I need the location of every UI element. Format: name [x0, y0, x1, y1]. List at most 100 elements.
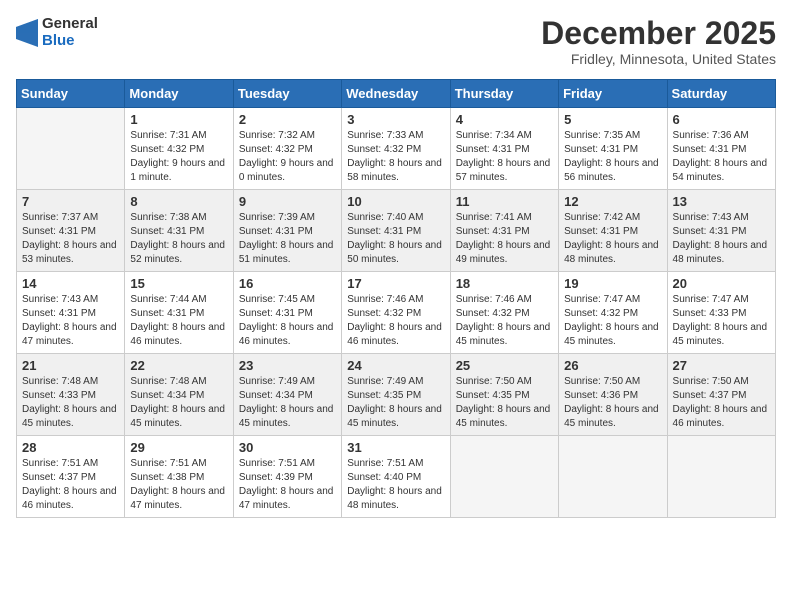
calendar-cell: 20Sunrise: 7:47 AMSunset: 4:33 PMDayligh… — [667, 272, 775, 354]
header-tuesday: Tuesday — [233, 80, 341, 108]
calendar-cell: 11 Sunrise: 7:41 AMSunset: 4:31 PMDayligh… — [450, 190, 558, 272]
calendar-cell: 23 Sunrise: 7:49 AMSunset: 4:34 PMDayligh… — [233, 354, 341, 436]
calendar-cell: 2Sunrise: 7:32 AMSunset: 4:32 PMDaylight… — [233, 108, 341, 190]
day-info: Sunrise: 7:50 AMSunset: 4:37 PMDaylight:… — [673, 375, 770, 431]
calendar-cell: 24 Sunrise: 7:49 AMSunset: 4:35 PMDayligh… — [342, 354, 450, 436]
day-info: Sunrise: 7:51 AMSunset: 4:39 PMDaylight:… — [239, 457, 336, 513]
day-number: 18 — [456, 276, 553, 291]
day-info: Sunrise: 7:51 AMSunset: 4:37 PMDaylight:… — [22, 457, 119, 513]
day-info: Sunrise: 7:41 AMSunset: 4:31 PMDaylight:… — [456, 211, 553, 267]
calendar-cell: 12 Sunrise: 7:42 AMSunset: 4:31 PMDayligh… — [559, 190, 667, 272]
day-info: Sunrise: 7:46 AMSunset: 4:32 PMDaylight:… — [456, 293, 553, 349]
calendar-cell: 13Sunrise: 7:43 AMSunset: 4:31 PMDayligh… — [667, 190, 775, 272]
day-info: Sunrise: 7:40 AMSunset: 4:31 PMDaylight:… — [347, 211, 444, 267]
day-number: 12 — [564, 194, 661, 209]
day-info: Sunrise: 7:46 AMSunset: 4:32 PMDaylight:… — [347, 293, 444, 349]
day-info: Sunrise: 7:35 AMSunset: 4:31 PMDaylight:… — [564, 129, 661, 185]
day-info: Sunrise: 7:47 AMSunset: 4:32 PMDaylight:… — [564, 293, 661, 349]
day-number: 11 — [456, 194, 553, 209]
day-number: 28 — [22, 440, 119, 455]
calendar-cell: 7Sunrise: 7:37 AMSunset: 4:31 PMDaylight… — [17, 190, 125, 272]
calendar-cell: 8 Sunrise: 7:38 AMSunset: 4:31 PMDaylight… — [125, 190, 233, 272]
day-info: Sunrise: 7:37 AMSunset: 4:31 PMDaylight:… — [22, 211, 119, 267]
day-number: 26 — [564, 358, 661, 373]
logo-blue-text: Blue — [42, 33, 98, 50]
calendar-cell: 30Sunrise: 7:51 AMSunset: 4:39 PMDayligh… — [233, 436, 341, 518]
header-monday: Monday — [125, 80, 233, 108]
calendar-cell: 27 Sunrise: 7:50 AMSunset: 4:37 PMDayligh… — [667, 354, 775, 436]
calendar-cell: 19 Sunrise: 7:47 AMSunset: 4:32 PMDayligh… — [559, 272, 667, 354]
day-number: 13 — [673, 194, 770, 209]
day-info: Sunrise: 7:31 AMSunset: 4:32 PMDaylight:… — [130, 129, 227, 185]
calendar-cell: 16 Sunrise: 7:45 AMSunset: 4:31 PMDayligh… — [233, 272, 341, 354]
header-saturday: Saturday — [667, 80, 775, 108]
calendar-cell: 31 Sunrise: 7:51 AMSunset: 4:40 PMDayligh… — [342, 436, 450, 518]
calendar-week-row: 7Sunrise: 7:37 AMSunset: 4:31 PMDaylight… — [17, 190, 776, 272]
day-number: 5 — [564, 112, 661, 127]
header-sunday: Sunday — [17, 80, 125, 108]
day-info: Sunrise: 7:50 AMSunset: 4:35 PMDaylight:… — [456, 375, 553, 431]
day-number: 23 — [239, 358, 336, 373]
day-info: Sunrise: 7:51 AMSunset: 4:38 PMDaylight:… — [130, 457, 227, 513]
day-info: Sunrise: 7:47 AMSunset: 4:33 PMDaylight:… — [673, 293, 770, 349]
day-number: 16 — [239, 276, 336, 291]
day-number: 9 — [239, 194, 336, 209]
day-info: Sunrise: 7:45 AMSunset: 4:31 PMDaylight:… — [239, 293, 336, 349]
day-info: Sunrise: 7:36 AMSunset: 4:31 PMDaylight:… — [673, 129, 770, 185]
logo-icon — [16, 19, 38, 47]
day-info: Sunrise: 7:48 AMSunset: 4:33 PMDaylight:… — [22, 375, 119, 431]
calendar-header-row: SundayMondayTuesdayWednesdayThursdayFrid… — [17, 80, 776, 108]
day-info: Sunrise: 7:34 AMSunset: 4:31 PMDaylight:… — [456, 129, 553, 185]
logo-text: General Blue — [42, 16, 98, 49]
header-friday: Friday — [559, 80, 667, 108]
day-number: 19 — [564, 276, 661, 291]
day-number: 31 — [347, 440, 444, 455]
day-number: 4 — [456, 112, 553, 127]
page-header: General Blue December 2025 Fridley, Minn… — [16, 16, 776, 67]
day-number: 1 — [130, 112, 227, 127]
day-info: Sunrise: 7:44 AMSunset: 4:31 PMDaylight:… — [130, 293, 227, 349]
day-info: Sunrise: 7:49 AMSunset: 4:35 PMDaylight:… — [347, 375, 444, 431]
calendar-cell: 9Sunrise: 7:39 AMSunset: 4:31 PMDaylight… — [233, 190, 341, 272]
day-info: Sunrise: 7:32 AMSunset: 4:32 PMDaylight:… — [239, 129, 336, 185]
day-number: 25 — [456, 358, 553, 373]
calendar-cell: 4 Sunrise: 7:34 AMSunset: 4:31 PMDaylight… — [450, 108, 558, 190]
calendar-cell: 14Sunrise: 7:43 AMSunset: 4:31 PMDayligh… — [17, 272, 125, 354]
calendar-cell: 26 Sunrise: 7:50 AMSunset: 4:36 PMDayligh… — [559, 354, 667, 436]
calendar-cell: 1 Sunrise: 7:31 AMSunset: 4:32 PMDaylight… — [125, 108, 233, 190]
day-number: 29 — [130, 440, 227, 455]
calendar-cell: 21 Sunrise: 7:48 AMSunset: 4:33 PMDayligh… — [17, 354, 125, 436]
day-info: Sunrise: 7:38 AMSunset: 4:31 PMDaylight:… — [130, 211, 227, 267]
day-number: 3 — [347, 112, 444, 127]
calendar-cell: 5 Sunrise: 7:35 AMSunset: 4:31 PMDaylight… — [559, 108, 667, 190]
location: Fridley, Minnesota, United States — [541, 51, 776, 67]
day-info: Sunrise: 7:48 AMSunset: 4:34 PMDaylight:… — [130, 375, 227, 431]
calendar-cell: 10 Sunrise: 7:40 AMSunset: 4:31 PMDayligh… — [342, 190, 450, 272]
calendar-cell: 22 Sunrise: 7:48 AMSunset: 4:34 PMDayligh… — [125, 354, 233, 436]
calendar-cell — [667, 436, 775, 518]
day-info: Sunrise: 7:50 AMSunset: 4:36 PMDaylight:… — [564, 375, 661, 431]
header-wednesday: Wednesday — [342, 80, 450, 108]
calendar-cell: 15Sunrise: 7:44 AMSunset: 4:31 PMDayligh… — [125, 272, 233, 354]
calendar-cell: 17Sunrise: 7:46 AMSunset: 4:32 PMDayligh… — [342, 272, 450, 354]
day-info: Sunrise: 7:51 AMSunset: 4:40 PMDaylight:… — [347, 457, 444, 513]
calendar-cell: 18 Sunrise: 7:46 AMSunset: 4:32 PMDayligh… — [450, 272, 558, 354]
calendar-week-row: 21 Sunrise: 7:48 AMSunset: 4:33 PMDayligh… — [17, 354, 776, 436]
day-info: Sunrise: 7:42 AMSunset: 4:31 PMDaylight:… — [564, 211, 661, 267]
calendar-cell: 28 Sunrise: 7:51 AMSunset: 4:37 PMDayligh… — [17, 436, 125, 518]
calendar-week-row: 14Sunrise: 7:43 AMSunset: 4:31 PMDayligh… — [17, 272, 776, 354]
day-number: 27 — [673, 358, 770, 373]
day-number: 22 — [130, 358, 227, 373]
title-block: December 2025 Fridley, Minnesota, United… — [541, 16, 776, 67]
day-number: 24 — [347, 358, 444, 373]
calendar-cell — [450, 436, 558, 518]
day-number: 6 — [673, 112, 770, 127]
logo: General Blue — [16, 16, 98, 49]
day-number: 10 — [347, 194, 444, 209]
day-number: 21 — [22, 358, 119, 373]
day-info: Sunrise: 7:49 AMSunset: 4:34 PMDaylight:… — [239, 375, 336, 431]
calendar-cell: 29 Sunrise: 7:51 AMSunset: 4:38 PMDayligh… — [125, 436, 233, 518]
header-thursday: Thursday — [450, 80, 558, 108]
calendar-week-row: 1 Sunrise: 7:31 AMSunset: 4:32 PMDaylight… — [17, 108, 776, 190]
day-number: 8 — [130, 194, 227, 209]
